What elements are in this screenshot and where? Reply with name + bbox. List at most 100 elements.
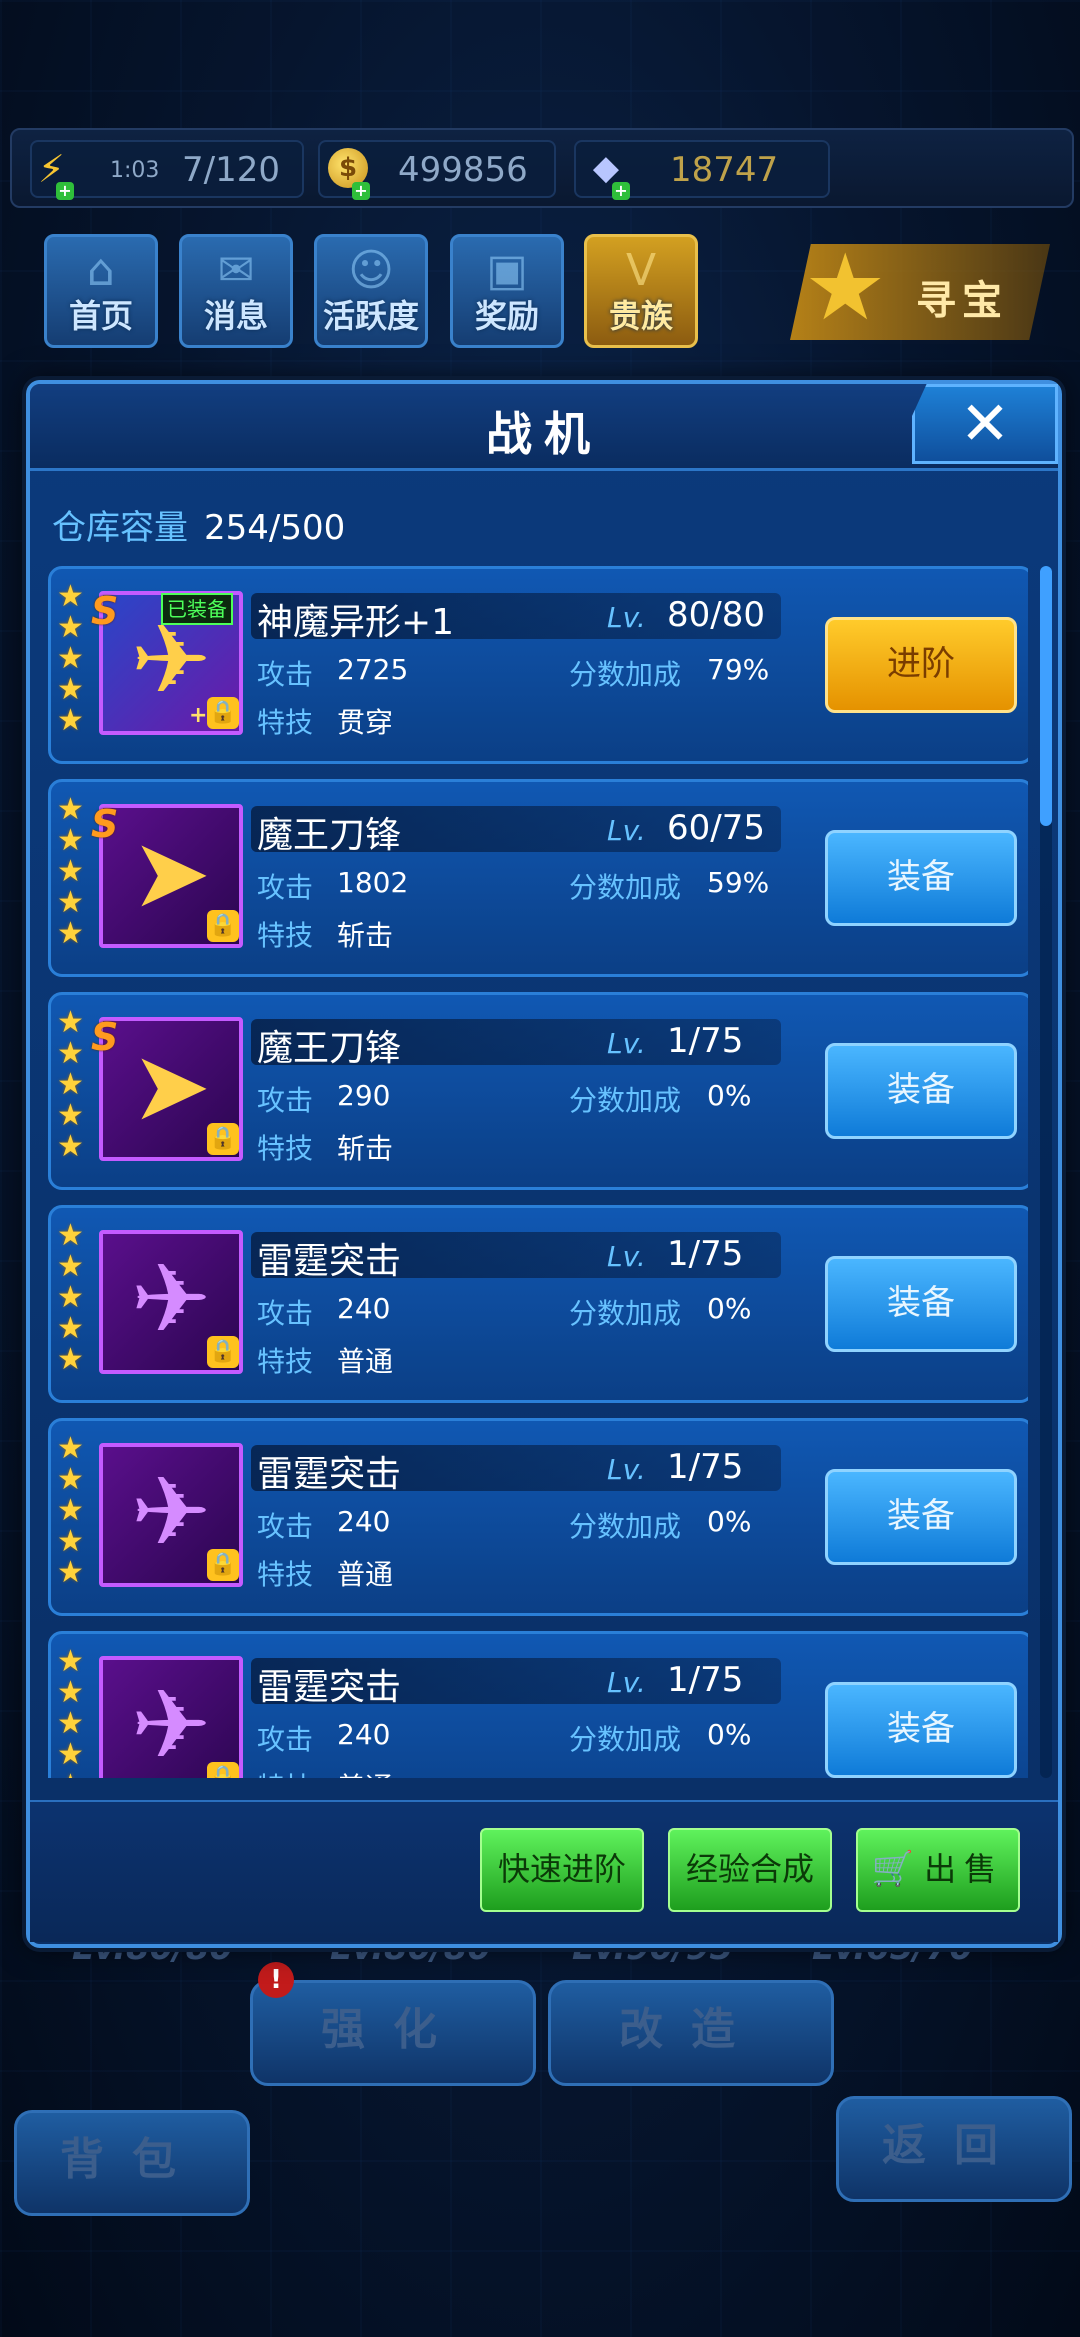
star-icon: ★ bbox=[57, 1555, 84, 1590]
sell-label: 出售 bbox=[924, 1850, 1005, 1888]
treasure-hunt-button[interactable]: ★ 寻宝 bbox=[790, 244, 1050, 340]
star-icon: ★ bbox=[57, 854, 84, 889]
warehouse-capacity: 仓库容量 254/500 bbox=[52, 500, 345, 549]
bonus-value: 79% bbox=[707, 653, 770, 686]
modal-header: 战机 bbox=[30, 384, 1058, 471]
star-icon: ★ bbox=[57, 1524, 84, 1559]
fighter-card[interactable]: ★ ★ ★ ★ ★ ➤ S 🔒 魔王刀锋 Lv. 1/75 攻击 290 分数加成 0%… bbox=[48, 992, 1028, 1190]
bonus-value: 59% bbox=[707, 866, 770, 899]
energy-timer: 1:03 bbox=[110, 158, 160, 183]
return-button[interactable]: 返回 bbox=[836, 2096, 1072, 2202]
nav-message-button[interactable]: ✉ 消息 bbox=[179, 234, 293, 348]
add-gem-icon[interactable]: + bbox=[612, 182, 630, 200]
fighter-portrait[interactable]: ✈ bbox=[99, 1656, 243, 1778]
lock-icon[interactable]: 🔒 bbox=[207, 910, 239, 942]
rank-badge: S bbox=[91, 802, 119, 846]
star-icon: ★ bbox=[57, 1280, 84, 1315]
fighter-card[interactable]: ★★★★★ ✈ 🔒 雷霆突击 Lv. 1/75 攻击 240 分数加成 0% 特… bbox=[48, 1631, 1028, 1778]
equip-button[interactable]: 装备 bbox=[825, 1256, 1017, 1352]
equip-button[interactable]: 装备 bbox=[825, 1469, 1017, 1565]
level-value: 1/75 bbox=[667, 1447, 744, 1487]
backpack-button[interactable]: 背包 bbox=[14, 2110, 250, 2216]
fighter-card[interactable]: ★ ★ ★ ★ ★ ➤ S 🔒 魔王刀锋 Lv. 60/75 攻击 1802 分数加成 … bbox=[48, 779, 1028, 977]
star-rating: ★★★★★ bbox=[57, 1646, 93, 1778]
bonus-label: 分数加成 bbox=[569, 1723, 682, 1756]
vip-icon: V bbox=[625, 245, 657, 296]
add-gold-icon[interactable]: + bbox=[352, 182, 370, 200]
list-scrollbar[interactable] bbox=[1040, 566, 1052, 1778]
close-button[interactable]: ✕ bbox=[912, 384, 1058, 464]
sell-button[interactable]: 🛒 出售 bbox=[856, 1828, 1020, 1912]
smile-icon: ☺ bbox=[348, 245, 394, 296]
star-rating: ★★★★★ bbox=[57, 1007, 93, 1162]
star-rating: ★★★★★ bbox=[57, 794, 93, 949]
star-icon: ★ bbox=[57, 579, 84, 614]
advance-button[interactable]: 进阶 bbox=[825, 617, 1017, 713]
equipped-badge: 已装备 bbox=[161, 593, 233, 625]
home-icon: ⌂ bbox=[87, 245, 115, 296]
fighter-card[interactable]: ★ ★ ★ ★ ★ ✈ S 已装备 +1 🔒 神魔异形+1 Lv. 80/80 攻击 2… bbox=[48, 566, 1028, 764]
skill-value: 斩击 bbox=[337, 919, 394, 952]
exp-merge-button[interactable]: 经验合成 bbox=[668, 1828, 832, 1912]
lock-icon[interactable]: 🔒 bbox=[207, 697, 239, 729]
bonus-label: 分数加成 bbox=[569, 1297, 682, 1330]
modify-button[interactable]: 改造 bbox=[548, 1980, 834, 2086]
level-label: Lv. bbox=[607, 1027, 646, 1060]
star-icon: ★ bbox=[57, 1462, 84, 1497]
fighter-list[interactable]: ★ ★ ★ ★ ★ ✈ S 已装备 +1 🔒 神魔异形+1 Lv. 80/80 攻击 2… bbox=[48, 566, 1028, 1778]
fighter-name: 魔王刀锋 bbox=[257, 1028, 402, 1069]
nav-reward-button[interactable]: ▣ 奖励 bbox=[450, 234, 564, 348]
star-icon: ★ bbox=[57, 885, 84, 920]
attack-label: 攻击 bbox=[257, 658, 314, 691]
skill-label: 特技 bbox=[257, 1345, 314, 1378]
gold-value: 499856 bbox=[398, 150, 528, 190]
level-value: 80/80 bbox=[667, 595, 765, 635]
lock-icon[interactable]: 🔒 bbox=[207, 1123, 239, 1155]
skill-label: 特技 bbox=[257, 919, 314, 952]
level-value: 1/75 bbox=[667, 1660, 744, 1700]
nav-activity-label: 活跃度 bbox=[322, 297, 419, 335]
attack-label: 攻击 bbox=[257, 1297, 314, 1330]
resource-bar: ⚡ + 1:03 7/120 $ + 499856 ◆ + 18747 bbox=[10, 128, 1074, 208]
star-icon: ★ bbox=[57, 792, 84, 827]
energy-display[interactable]: ⚡ + 1:03 7/120 bbox=[30, 140, 304, 200]
star-icon: ★ bbox=[57, 1036, 84, 1071]
attack-value: 2725 bbox=[337, 653, 409, 686]
energy-value: 7/120 bbox=[182, 150, 280, 190]
equip-button[interactable]: 装备 bbox=[825, 830, 1017, 926]
nav-activity-button[interactable]: ☺ 活跃度 bbox=[314, 234, 428, 348]
star-icon: ★ bbox=[57, 1675, 84, 1710]
equip-button[interactable]: 装备 bbox=[825, 1043, 1017, 1139]
strengthen-button[interactable]: 强化 bbox=[250, 1980, 536, 2086]
gift-icon: ▣ bbox=[486, 245, 528, 296]
star-icon: ★ bbox=[57, 1067, 84, 1102]
fighter-card[interactable]: ★★★★★ ✈ 🔒 雷霆突击 Lv. 1/75 攻击 240 分数加成 0% 特… bbox=[48, 1418, 1028, 1616]
lock-icon[interactable]: 🔒 bbox=[207, 1549, 239, 1581]
quick-advance-button[interactable]: 快速进阶 bbox=[480, 1828, 644, 1912]
attack-label: 攻击 bbox=[257, 871, 314, 904]
nav-noble-button[interactable]: V 贵族 bbox=[584, 234, 698, 348]
equip-button[interactable]: 装备 bbox=[825, 1682, 1017, 1778]
level-label: Lv. bbox=[607, 1240, 646, 1273]
fighter-card[interactable]: ★★★★★ ✈ 🔒 雷霆突击 Lv. 1/75 攻击 240 分数加成 0% 特… bbox=[48, 1205, 1028, 1403]
gold-display[interactable]: $ + 499856 bbox=[318, 140, 556, 200]
lock-icon[interactable]: 🔒 bbox=[207, 1336, 239, 1368]
scroll-thumb[interactable] bbox=[1040, 566, 1052, 826]
skill-value: 普通 bbox=[337, 1766, 393, 1778]
rank-badge: S bbox=[91, 589, 119, 633]
level-label: Lv. bbox=[607, 1453, 646, 1486]
lock-icon[interactable]: 🔒 bbox=[207, 1762, 239, 1778]
star-rating: ★★★★★ bbox=[57, 1220, 93, 1375]
bonus-value: 0% bbox=[707, 1505, 752, 1538]
nav-home-button[interactable]: ⌂ 首页 bbox=[44, 234, 158, 348]
star-icon: ★ bbox=[57, 1311, 84, 1346]
attack-value: 240 bbox=[337, 1292, 391, 1325]
star-icon: ★ bbox=[57, 1644, 84, 1679]
cart-icon: 🛒 bbox=[871, 1849, 915, 1889]
bonus-label: 分数加成 bbox=[569, 1510, 682, 1543]
add-energy-icon[interactable]: + bbox=[56, 182, 74, 200]
notification-badge: ! bbox=[258, 1962, 294, 1998]
skill-label: 特技 bbox=[257, 1766, 313, 1778]
fighter-name: 雷霆突击 bbox=[257, 1667, 402, 1708]
gem-display[interactable]: ◆ + 18747 bbox=[574, 140, 830, 200]
